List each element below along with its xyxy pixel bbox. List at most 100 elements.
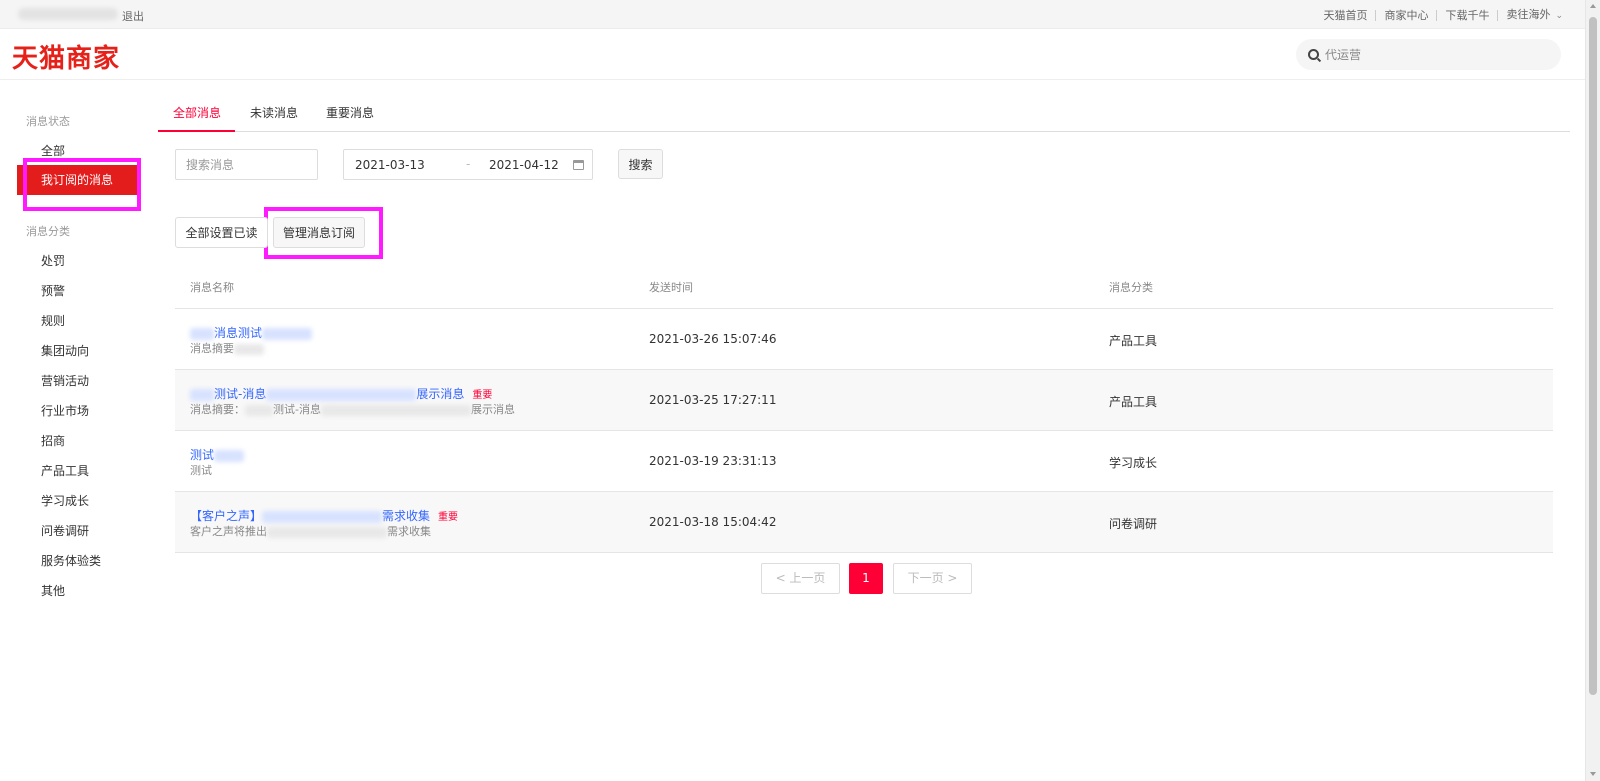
- global-search-input[interactable]: [1325, 39, 1550, 70]
- search-button[interactable]: 搜索: [618, 149, 663, 179]
- message-tabs: 全部消息 未读消息 重要消息: [158, 98, 1570, 132]
- message-title[interactable]: 测试: [190, 446, 245, 463]
- end-date[interactable]: 2021-04-12: [489, 158, 559, 172]
- message-summary-text: 消息摘要：: [190, 403, 245, 416]
- message-summary: 消息摘要: [190, 340, 264, 356]
- sidebar-group-category: 消息分类: [26, 225, 70, 238]
- prev-page-button[interactable]: < 上一页: [761, 563, 840, 594]
- message-title[interactable]: 消息测试: [190, 324, 313, 341]
- redacted-text: [234, 343, 264, 355]
- tmall-merchant-logo[interactable]: 天猫商家: [12, 38, 120, 75]
- header-send-time: 发送时间: [649, 281, 693, 294]
- message-summary: 消息摘要： 测试-消息 展示消息: [190, 401, 515, 417]
- tab-all-messages[interactable]: 全部消息: [158, 98, 235, 132]
- table-row[interactable]: 【客户之声】 需求收集 重要 客户之声将推出 需求收集 2021-03-18 15:0…: [175, 492, 1553, 553]
- redacted-text: [245, 404, 273, 416]
- table-row[interactable]: 测试-消息 展示消息 重要 消息摘要： 测试-消息 展示消息 2021-03-25 17…: [175, 370, 1553, 431]
- download-qianniu-link[interactable]: 下载千牛: [1437, 9, 1497, 22]
- header-category: 消息分类: [1109, 281, 1153, 294]
- message-title-text: 测试-消息: [214, 387, 267, 401]
- sidebar-item-industry[interactable]: 行业市场: [41, 402, 89, 419]
- table-row[interactable]: 消息测试 消息摘要 2021-03-26 15:07:46 产品工具: [175, 309, 1553, 370]
- scroll-down-icon[interactable]: [1590, 772, 1596, 776]
- message-title-text: 测试: [190, 448, 215, 462]
- sell-overseas-link[interactable]: 卖往海外 ⌄: [1498, 8, 1571, 23]
- mark-all-read-button[interactable]: 全部设置已读: [175, 217, 268, 248]
- sidebar-item-marketing[interactable]: 营销活动: [41, 372, 89, 389]
- tmall-home-link[interactable]: 天猫首页: [1315, 9, 1375, 22]
- date-range-separator: -: [466, 157, 471, 171]
- sidebar-item-learning[interactable]: 学习成长: [41, 492, 89, 509]
- message-summary-text: 消息摘要: [190, 342, 234, 355]
- message-summary-text: 测试-消息: [273, 403, 321, 416]
- redacted-text: [320, 404, 471, 416]
- global-search[interactable]: [1296, 39, 1561, 70]
- message-time: 2021-03-18 15:04:42: [649, 515, 777, 529]
- date-range-picker[interactable]: 2021-03-13 - 2021-04-12: [343, 149, 593, 180]
- start-date[interactable]: 2021-03-13: [355, 158, 425, 172]
- message-category: 问卷调研: [1109, 517, 1158, 531]
- message-title-text: 【客户之声】: [190, 509, 263, 523]
- message-category: 学习成长: [1109, 456, 1158, 470]
- important-badge: 重要: [472, 390, 493, 401]
- message-summary-text: 客户之声将推出: [190, 525, 267, 538]
- calendar-icon[interactable]: [573, 160, 584, 170]
- message-time: 2021-03-25 17:27:11: [649, 393, 777, 407]
- scroll-up-icon[interactable]: [1590, 4, 1596, 8]
- logout-link[interactable]: 退出: [122, 8, 144, 24]
- sidebar-group-status: 消息状态: [26, 115, 70, 128]
- table-header: 消息名称 发送时间 消息分类: [175, 268, 1553, 309]
- sidebar: 消息状态 全部 我订阅的消息 消息分类 处罚 预警 规则 集团动向 营销活动 行…: [0, 80, 150, 780]
- message-title-text: 需求收集: [382, 509, 431, 523]
- message-time: 2021-03-19 23:31:13: [649, 454, 777, 468]
- message-summary-text: 展示消息: [470, 403, 515, 416]
- redacted-text: [190, 327, 214, 340]
- header: 天猫商家: [0, 29, 1585, 80]
- redacted-text: [266, 388, 417, 401]
- chevron-down-icon: ⌄: [1555, 11, 1563, 21]
- message-summary: 客户之声将推出 需求收集: [190, 523, 431, 539]
- top-links: 天猫首页 商家中心 下载千牛 卖往海外 ⌄: [1315, 8, 1571, 23]
- sidebar-item-recruit[interactable]: 招商: [41, 432, 65, 449]
- redacted-text: [262, 327, 313, 340]
- message-category: 产品工具: [1109, 395, 1158, 409]
- merchant-center-link[interactable]: 商家中心: [1376, 9, 1436, 22]
- tab-important-messages[interactable]: 重要消息: [326, 98, 374, 132]
- sidebar-item-all[interactable]: 全部: [41, 142, 65, 159]
- sidebar-item-warning[interactable]: 预警: [41, 282, 65, 299]
- next-page-button[interactable]: 下一页 >: [893, 563, 972, 594]
- message-title-text: 消息测试: [214, 326, 263, 340]
- message-title-text: 展示消息: [416, 387, 465, 401]
- page-scrollbar[interactable]: [1585, 0, 1600, 781]
- message-time: 2021-03-26 15:07:46: [649, 332, 777, 346]
- scrollbar-thumb[interactable]: [1589, 17, 1597, 695]
- message-summary-text: 需求收集: [387, 525, 431, 538]
- sidebar-item-group-news[interactable]: 集团动向: [41, 342, 89, 359]
- sidebar-item-penalty[interactable]: 处罚: [41, 252, 65, 269]
- sidebar-item-survey[interactable]: 问卷调研: [41, 522, 89, 539]
- sidebar-item-rules[interactable]: 规则: [41, 312, 65, 329]
- page-number-current[interactable]: 1: [849, 563, 883, 594]
- message-category: 产品工具: [1109, 334, 1158, 348]
- tab-unread-messages[interactable]: 未读消息: [250, 98, 298, 132]
- header-message-name: 消息名称: [190, 281, 234, 294]
- message-summary: 测试: [190, 462, 212, 478]
- redacted-text: [267, 526, 387, 538]
- redacted-text: [262, 510, 383, 523]
- message-search-input[interactable]: [175, 149, 318, 180]
- table-row[interactable]: 测试 测试 2021-03-19 23:31:13 学习成长: [175, 431, 1553, 492]
- message-title[interactable]: 测试-消息 展示消息 重要: [190, 385, 492, 402]
- redacted-text: [214, 449, 245, 462]
- username-redacted: [18, 8, 118, 20]
- manage-subscription-button[interactable]: 管理消息订阅: [273, 217, 365, 248]
- top-bar: 退出 天猫首页 商家中心 下载千牛 卖往海外 ⌄: [0, 0, 1585, 29]
- sidebar-item-subscribed[interactable]: 我订阅的消息: [17, 165, 137, 195]
- message-summary-text: 测试: [190, 464, 212, 477]
- sidebar-item-product-tools[interactable]: 产品工具: [41, 462, 89, 479]
- sell-overseas-label: 卖往海外: [1506, 8, 1551, 21]
- sidebar-item-service[interactable]: 服务体验类: [41, 552, 101, 569]
- sidebar-item-other[interactable]: 其他: [41, 582, 65, 599]
- message-table: 消息名称 发送时间 消息分类 消息测试 消息摘要 2021-03-26 15:0…: [175, 268, 1553, 553]
- message-title[interactable]: 【客户之声】 需求收集 重要: [190, 507, 458, 524]
- search-icon[interactable]: [1308, 49, 1319, 60]
